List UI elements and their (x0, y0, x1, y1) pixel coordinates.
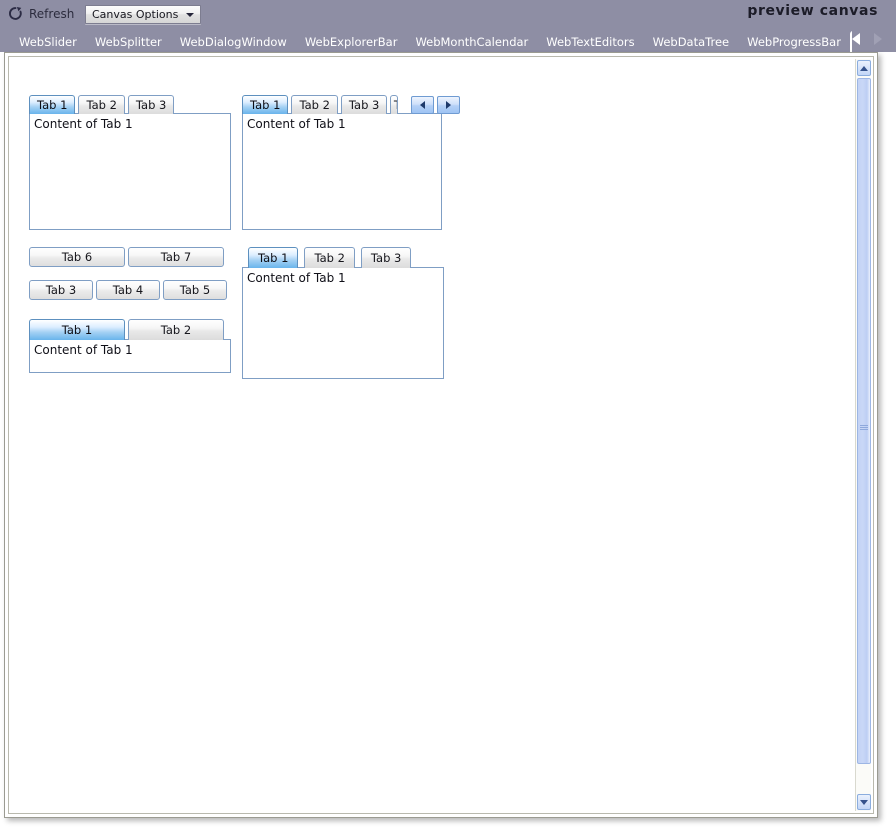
tabgroup-6-tabrow: Tab 1 Tab 2 Tab 3 (242, 247, 444, 268)
tabstrip-tab-webdatatree[interactable]: WebDataTree (644, 32, 739, 52)
chevron-up-icon (860, 65, 868, 71)
tabstrip-tab-websplitter[interactable]: WebSplitter (86, 32, 171, 52)
preview-canvas-frame: Tab 1 Tab 2 Tab 3 Content of Tab 1 Tab 1… (4, 52, 878, 818)
tabstrip-tab-webprogressbar[interactable]: WebProgressBar (738, 32, 850, 52)
tabgroup-2-tab-4[interactable]: T (390, 95, 399, 114)
tabstrip-tab-webexplorerbar[interactable]: WebExplorerBar (296, 32, 407, 52)
tabgroup-2-scrollers (411, 96, 461, 114)
component-tabstrip: WebSlider WebSplitter WebDialogWindow WebEx… (0, 26, 896, 52)
tabgroup-2-scroll-next-button[interactable] (437, 96, 461, 114)
tabgroup-2: Tab 1 Tab 2 Tab 3 T Con (242, 95, 461, 230)
tabgroup-5: Tab 1 Tab 2 Content of Tab 1 (29, 319, 231, 373)
tabgroup-3: Tab 6 Tab 7 (29, 247, 224, 267)
tabgroup-1-tab-2[interactable]: Tab 2 (78, 95, 125, 114)
tabstrip-tab-webtexteditors[interactable]: WebTextEditors (537, 32, 643, 52)
tabgroup-4-tab-3[interactable]: Tab 5 (163, 280, 227, 300)
tabstrip-tab-webmonthcalendar[interactable]: WebMonthCalendar (406, 32, 537, 52)
tabgroup-2-tab-1[interactable]: Tab 1 (242, 95, 289, 114)
canvas-vertical-scrollbar[interactable] (855, 59, 871, 811)
tabgroup-3-tab-1[interactable]: Tab 6 (29, 247, 125, 267)
canvas-options-label: Canvas Options (92, 8, 179, 21)
preview-canvas-content: Tab 1 Tab 2 Tab 3 Content of Tab 1 Tab 1… (9, 57, 873, 813)
scrollbar-thumb[interactable] (857, 78, 871, 764)
tabgroup-2-tab-2[interactable]: Tab 2 (291, 95, 338, 114)
tabgroup-6: Tab 1 Tab 2 Tab 3 Content of Tab 1 (242, 247, 444, 379)
tabgroup-5-panel: Content of Tab 1 (29, 339, 231, 373)
scroll-up-button[interactable] (857, 60, 871, 76)
tabstrip-prev-icon[interactable] (852, 33, 860, 45)
tabgroup-4-tab-1[interactable]: Tab 3 (29, 280, 93, 300)
grip-lines-icon (860, 424, 868, 431)
header-toolbar: Refresh Canvas Options preview canvas (0, 0, 896, 27)
page-title: preview canvas (747, 3, 878, 19)
tabgroup-5-tab-1[interactable]: Tab 1 (29, 319, 125, 340)
tabstrip-tab-webslider[interactable]: WebSlider (10, 32, 86, 52)
tabstrip-next-icon[interactable] (874, 33, 882, 45)
tabgroup-1-tabrow: Tab 1 Tab 2 Tab 3 (29, 95, 231, 114)
tabstrip-nav (852, 26, 896, 52)
tabgroup-3-tabrow: Tab 6 Tab 7 (29, 247, 224, 267)
tabstrip-tab-webdialogwindow[interactable]: WebDialogWindow (171, 32, 296, 52)
refresh-label: Refresh (29, 6, 75, 21)
refresh-circular-arrow-icon (9, 6, 22, 20)
tabgroup-6-tab-1[interactable]: Tab 1 (248, 247, 299, 268)
tabgroup-1-panel: Content of Tab 1 (29, 113, 231, 230)
tabgroup-1-tab-1[interactable]: Tab 1 (29, 95, 76, 114)
tabgroup-2-tab-3[interactable]: Tab 3 (340, 95, 388, 114)
preview-canvas-inner: Tab 1 Tab 2 Tab 3 Content of Tab 1 Tab 1… (8, 56, 874, 814)
tabgroup-3-tab-2[interactable]: Tab 7 (128, 247, 224, 267)
canvas-options-dropdown[interactable]: Canvas Options (85, 5, 202, 24)
triangle-right-icon (446, 101, 452, 109)
triangle-left-icon (420, 101, 426, 109)
preview-canvas-app: Refresh Canvas Options preview canvas We… (0, 0, 896, 834)
caret-down-icon (186, 12, 195, 17)
tabgroup-2-panel: Content of Tab 1 (242, 113, 442, 230)
tabgroup-1: Tab 1 Tab 2 Tab 3 Content of Tab 1 (29, 95, 231, 230)
tabgroup-2-scroll-prev-button[interactable] (411, 96, 435, 114)
scroll-down-button[interactable] (857, 794, 871, 810)
tabgroup-6-tab-3[interactable]: Tab 3 (360, 247, 412, 268)
tabstrip-items: WebSlider WebSplitter WebDialogWindow WebEx… (0, 26, 852, 52)
tabgroup-4: Tab 3 Tab 4 Tab 5 (29, 280, 227, 300)
tabgroup-4-tabrow: Tab 3 Tab 4 Tab 5 (29, 280, 227, 300)
tabgroup-6-panel: Content of Tab 1 (242, 267, 444, 379)
chevron-down-icon (860, 799, 868, 805)
tabgroup-6-tab-2[interactable]: Tab 2 (304, 247, 355, 268)
refresh-button[interactable]: Refresh (8, 4, 74, 23)
tabgroup-2-tabrow: Tab 1 Tab 2 Tab 3 T (242, 95, 461, 114)
tabgroup-4-tab-2[interactable]: Tab 4 (96, 280, 160, 300)
tabgroup-5-tabrow: Tab 1 Tab 2 (29, 319, 231, 340)
app-header: Refresh Canvas Options preview canvas We… (0, 0, 896, 52)
tabgroup-5-tab-2[interactable]: Tab 2 (128, 319, 224, 340)
tabgroup-1-tab-3[interactable]: Tab 3 (127, 95, 175, 114)
